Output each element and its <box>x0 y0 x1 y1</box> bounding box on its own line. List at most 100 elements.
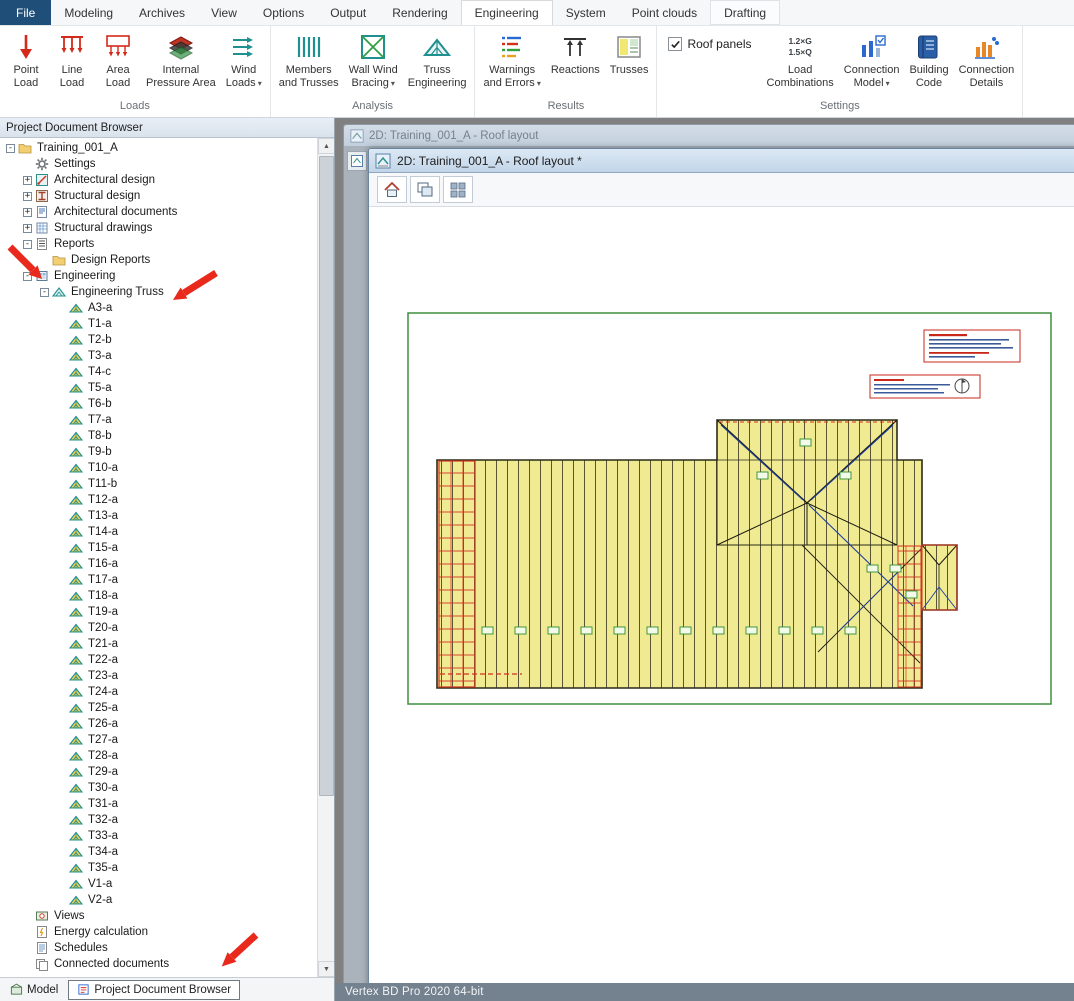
tab-options[interactable]: Options <box>250 0 317 25</box>
tree-item-structural-design[interactable]: +Structural design <box>0 188 317 204</box>
tree-item-views[interactable]: Views <box>0 908 317 924</box>
tree-item-t19-a[interactable]: T19-a <box>0 604 317 620</box>
tree-item-t32-a[interactable]: T32-a <box>0 812 317 828</box>
tree-item-t28-a[interactable]: T28-a <box>0 748 317 764</box>
ribbon-button-warnings-and-errors[interactable]: Warningsand Errors▾ <box>478 28 545 100</box>
tab-file[interactable]: File <box>0 0 51 25</box>
ribbon-button-connection-details[interactable]: ConnectionDetails <box>954 28 1020 100</box>
tree-item-a3-a[interactable]: A3-a <box>0 300 317 316</box>
tree-item-reports[interactable]: -Reports <box>0 236 317 252</box>
tree-expander-minus[interactable]: - <box>23 272 32 281</box>
tree-item-t33-a[interactable]: T33-a <box>0 828 317 844</box>
tree-item-t29-a[interactable]: T29-a <box>0 764 317 780</box>
tab-output[interactable]: Output <box>317 0 379 25</box>
tree-item-t12-a[interactable]: T12-a <box>0 492 317 508</box>
ribbon-button-line-load[interactable]: LineLoad <box>49 28 95 100</box>
scroll-thumb[interactable] <box>319 156 334 796</box>
tree-item-t17-a[interactable]: T17-a <box>0 572 317 588</box>
tree-item-design-reports[interactable]: Design Reports <box>0 252 317 268</box>
tab-drafting[interactable]: Drafting <box>710 0 780 25</box>
tree-item-t13-a[interactable]: T13-a <box>0 508 317 524</box>
tree-item-t3-a[interactable]: T3-a <box>0 348 317 364</box>
tree-item-architectural-design[interactable]: +Architectural design <box>0 172 317 188</box>
tab-system[interactable]: System <box>553 0 619 25</box>
tile-windows-button[interactable] <box>443 176 473 203</box>
tree-item-t23-a[interactable]: T23-a <box>0 668 317 684</box>
tab-model[interactable]: Model <box>2 980 66 1000</box>
tree-item-t35-a[interactable]: T35-a <box>0 860 317 876</box>
tree-item-v1-a[interactable]: V1-a <box>0 876 317 892</box>
ribbon-button-reactions[interactable]: Reactions <box>546 28 605 100</box>
tab-modeling[interactable]: Modeling <box>51 0 126 25</box>
tree-item-t2-b[interactable]: T2-b <box>0 332 317 348</box>
tree-item-t7-a[interactable]: T7-a <box>0 412 317 428</box>
tree-item-t10-a[interactable]: T10-a <box>0 460 317 476</box>
tree-item-settings[interactable]: Settings <box>0 156 317 172</box>
tree-expander-minus[interactable]: - <box>23 240 32 249</box>
tree-item-t26-a[interactable]: T26-a <box>0 716 317 732</box>
tree-item-engineering[interactable]: -Engineering <box>0 268 317 284</box>
ribbon-button-point-load[interactable]: PointLoad <box>3 28 49 100</box>
tree-expander-plus[interactable]: + <box>23 192 32 201</box>
tree-item-t16-a[interactable]: T16-a <box>0 556 317 572</box>
tree-item-t11-b[interactable]: T11-b <box>0 476 317 492</box>
ribbon-button-trusses[interactable]: Trusses <box>605 28 654 100</box>
tree-expander-plus[interactable]: + <box>23 176 32 185</box>
tree-item-t6-b[interactable]: T6-b <box>0 396 317 412</box>
scroll-up-button[interactable]: ▲ <box>318 138 334 154</box>
tree-item-v2-a[interactable]: V2-a <box>0 892 317 908</box>
ribbon-button-wind-loads[interactable]: WindLoads▾ <box>221 28 267 100</box>
tree-item-t15-a[interactable]: T15-a <box>0 540 317 556</box>
tree-item-t18-a[interactable]: T18-a <box>0 588 317 604</box>
tree-expander-plus[interactable]: + <box>23 224 32 233</box>
tree-expander-minus[interactable]: - <box>40 288 49 297</box>
tree-item-t21-a[interactable]: T21-a <box>0 636 317 652</box>
drawing-canvas[interactable] <box>370 207 1074 994</box>
tree-item-t5-a[interactable]: T5-a <box>0 380 317 396</box>
ribbon-button-building-code[interactable]: BuildingCode <box>904 28 953 100</box>
tree-item-architectural-documents[interactable]: +Architectural documents <box>0 204 317 220</box>
ribbon-button-wall-wind-bracing[interactable]: Wall WindBracing▾ <box>344 28 403 100</box>
ribbon-button-area-load[interactable]: AreaLoad <box>95 28 141 100</box>
ribbon-button-connection-model[interactable]: ConnectionModel▾ <box>839 28 905 100</box>
tree-item-t1-a[interactable]: T1-a <box>0 316 317 332</box>
tree-item-t30-a[interactable]: T30-a <box>0 780 317 796</box>
checkbox-roof-panels[interactable]: Roof panels <box>660 28 761 100</box>
ribbon-button-members-and-trusses[interactable]: Membersand Trusses <box>274 28 344 100</box>
drawing-window-titlebar[interactable]: 2D: Training_001_A - Roof layout * <box>369 149 1074 173</box>
ribbon-button-internal-pressure-area[interactable]: InternalPressure Area <box>141 28 221 100</box>
tree-item-engineering-truss[interactable]: -Engineering Truss <box>0 284 317 300</box>
tree-item-t31-a[interactable]: T31-a <box>0 796 317 812</box>
background-window-titlebar[interactable]: 2D: Training_001_A - Roof layout <box>344 125 1074 147</box>
tree-expander-minus[interactable]: - <box>6 144 15 153</box>
tree-item-training-001-a[interactable]: -Training_001_A <box>0 140 317 156</box>
tab-archives[interactable]: Archives <box>126 0 198 25</box>
tree-scrollbar[interactable]: ▲ ▼ <box>317 138 334 977</box>
tree-item-schedules[interactable]: Schedules <box>0 940 317 956</box>
scroll-down-button[interactable]: ▼ <box>318 961 334 977</box>
tree-item-energy-calculation[interactable]: Energy calculation <box>0 924 317 940</box>
tree-item-t34-a[interactable]: T34-a <box>0 844 317 860</box>
tree-item-t25-a[interactable]: T25-a <box>0 700 317 716</box>
view-home-button[interactable] <box>377 176 407 203</box>
tree-item-t9-b[interactable]: T9-b <box>0 444 317 460</box>
ribbon-button-load-combinations[interactable]: 1.2×G1.5×QLoadCombinations <box>762 28 839 100</box>
tree-item-t4-c[interactable]: T4-c <box>0 364 317 380</box>
tab-point-clouds[interactable]: Point clouds <box>619 0 710 25</box>
tree-item-structural-drawings[interactable]: +Structural drawings <box>0 220 317 236</box>
tree-item-t24-a[interactable]: T24-a <box>0 684 317 700</box>
tree-item-connected-documents[interactable]: Connected documents <box>0 956 317 972</box>
background-window-button[interactable] <box>347 151 367 171</box>
tab-project-document-browser[interactable]: Project Document Browser <box>68 980 240 1000</box>
cascade-windows-button[interactable] <box>410 176 440 203</box>
tab-view[interactable]: View <box>198 0 250 25</box>
tree-item-t27-a[interactable]: T27-a <box>0 732 317 748</box>
tab-rendering[interactable]: Rendering <box>379 0 460 25</box>
tab-engineering[interactable]: Engineering <box>461 0 553 25</box>
checkbox-checked-icon[interactable] <box>668 37 682 51</box>
tree-item-t8-b[interactable]: T8-b <box>0 428 317 444</box>
tree-item-t20-a[interactable]: T20-a <box>0 620 317 636</box>
ribbon-button-truss-engineering[interactable]: TrussEngineering <box>403 28 472 100</box>
tree-expander-plus[interactable]: + <box>23 208 32 217</box>
tree-item-t14-a[interactable]: T14-a <box>0 524 317 540</box>
